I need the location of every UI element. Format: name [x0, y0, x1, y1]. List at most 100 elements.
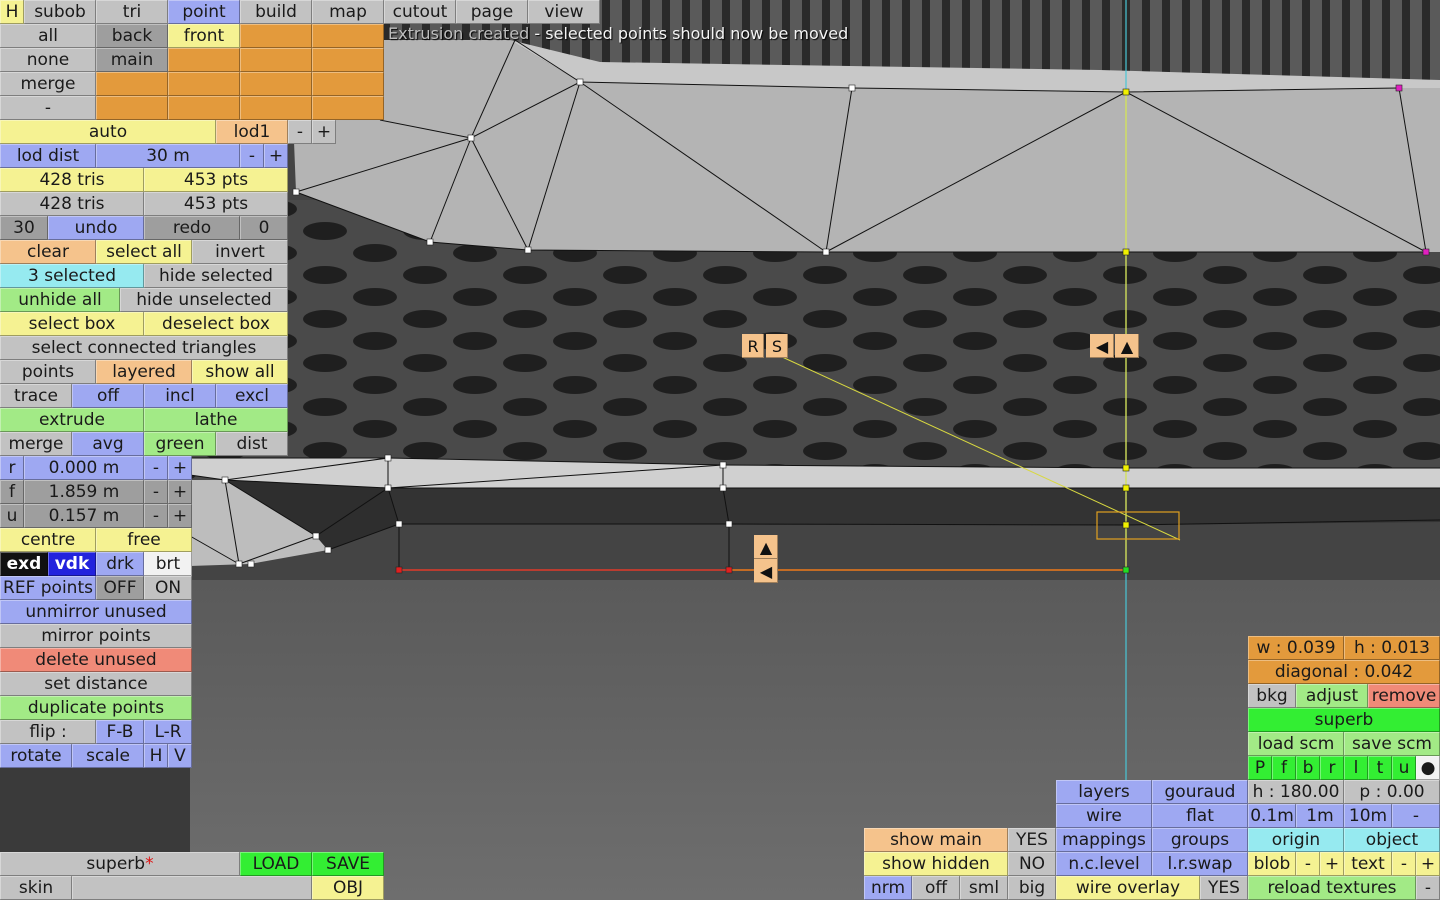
coord-r-plus-button[interactable]: +	[168, 456, 192, 480]
view-slot[interactable]	[240, 24, 312, 48]
gizmo-rotate[interactable]: R	[742, 334, 764, 358]
unmirror-unused-button[interactable]: unmirror unused	[0, 600, 192, 624]
select-connected-button[interactable]: select connected triangles	[0, 336, 288, 360]
view-mode-exd-button[interactable]: exd	[0, 552, 48, 576]
flat-button[interactable]: flat	[1152, 804, 1248, 828]
gizmo-up-arrow-icon[interactable]: ▲	[1115, 334, 1139, 358]
mirror-points-button[interactable]: mirror points	[0, 624, 192, 648]
view-slot[interactable]	[168, 72, 240, 96]
view-slot[interactable]	[312, 24, 384, 48]
view-p-button[interactable]: P	[1248, 756, 1272, 780]
view-dash-button[interactable]: -	[0, 96, 96, 120]
show-main-toggle[interactable]: YES	[1008, 828, 1056, 852]
hide-selected-button[interactable]: hide selected	[144, 264, 288, 288]
lod-dist-plus-button[interactable]: +	[264, 144, 288, 168]
groups-button[interactable]: groups	[1152, 828, 1248, 852]
view-slot[interactable]	[168, 48, 240, 72]
undo-button[interactable]: undo	[48, 216, 144, 240]
view-slot[interactable]	[96, 96, 168, 120]
view-none-button[interactable]: none	[0, 48, 96, 72]
deselect-box-button[interactable]: deselect box	[144, 312, 288, 336]
hide-unselected-button[interactable]: hide unselected	[120, 288, 288, 312]
merge-avg-button[interactable]: avg	[72, 432, 144, 456]
coord-f-minus-button[interactable]: -	[144, 480, 168, 504]
show-hidden-toggle[interactable]: NO	[1008, 852, 1056, 876]
gizmo-scale[interactable]: S	[766, 334, 788, 358]
view-slot[interactable]	[240, 96, 312, 120]
origin-button[interactable]: origin	[1248, 828, 1344, 852]
tab-page[interactable]: page	[456, 0, 528, 24]
view-u-button[interactable]: u	[1392, 756, 1416, 780]
coord-f-plus-button[interactable]: +	[168, 480, 192, 504]
tab-point[interactable]: point	[168, 0, 240, 24]
wire-overlay-toggle[interactable]: YES	[1200, 876, 1248, 900]
trace-off-button[interactable]: off	[72, 384, 144, 408]
scale-button[interactable]: scale	[72, 744, 144, 768]
view-slot[interactable]	[312, 48, 384, 72]
menu-h-button[interactable]: H	[0, 0, 24, 24]
merge-green-button[interactable]: green	[144, 432, 216, 456]
lod-auto-button[interactable]: auto	[0, 120, 216, 144]
dot-icon[interactable]: ●	[1416, 756, 1440, 780]
view-mode-brt-button[interactable]: brt	[144, 552, 192, 576]
normals-big-button[interactable]: big	[1008, 876, 1056, 900]
gizmo-up-arrow-icon-2[interactable]: ▲	[754, 535, 778, 559]
view-r-button[interactable]: r	[1320, 756, 1344, 780]
save-button[interactable]: SAVE	[312, 852, 384, 876]
layers-button[interactable]: layers	[1056, 780, 1152, 804]
heading-value[interactable]: h : 180.00	[1248, 780, 1344, 804]
rotate-button[interactable]: rotate	[0, 744, 72, 768]
view-f-button[interactable]: f	[1272, 756, 1296, 780]
blob-minus-button[interactable]: -	[1296, 852, 1320, 876]
gizmo-left-arrow-icon-2[interactable]: ◀	[754, 559, 778, 583]
pivot-centre-button[interactable]: centre	[0, 528, 96, 552]
scale-v-button[interactable]: V	[168, 744, 192, 768]
object-button[interactable]: object	[1344, 828, 1440, 852]
lod-minus-button[interactable]: -	[288, 120, 312, 144]
pitch-value[interactable]: p : 0.00	[1344, 780, 1440, 804]
layered-button[interactable]: layered	[96, 360, 192, 384]
load-button[interactable]: LOAD	[240, 852, 312, 876]
clear-button[interactable]: clear	[0, 240, 96, 264]
unhide-all-button[interactable]: unhide all	[0, 288, 120, 312]
points-button[interactable]: points	[0, 360, 96, 384]
obj-button[interactable]: OBJ	[312, 876, 384, 900]
select-box-button[interactable]: select box	[0, 312, 144, 336]
step-1m-button[interactable]: 1m	[1296, 804, 1344, 828]
step-10m-button[interactable]: 10m	[1344, 804, 1392, 828]
coord-r-minus-button[interactable]: -	[144, 456, 168, 480]
ref-on-button[interactable]: ON	[144, 576, 192, 600]
tab-subob[interactable]: subob	[24, 0, 96, 24]
view-slot[interactable]	[312, 72, 384, 96]
coord-u-minus-button[interactable]: -	[144, 504, 168, 528]
tab-tri[interactable]: tri	[96, 0, 168, 24]
pivot-free-button[interactable]: free	[96, 528, 192, 552]
file-name[interactable]: superb *	[0, 852, 240, 876]
nc-level-button[interactable]: n.c.level	[1056, 852, 1152, 876]
step-01m-button[interactable]: 0.1m	[1248, 804, 1296, 828]
tab-build[interactable]: build	[240, 0, 312, 24]
lod-level-button[interactable]: lod1	[216, 120, 288, 144]
view-b-button[interactable]: b	[1296, 756, 1320, 780]
trace-incl-button[interactable]: incl	[144, 384, 216, 408]
text-plus-button[interactable]: +	[1416, 852, 1440, 876]
blob-plus-button[interactable]: +	[1320, 852, 1344, 876]
gizmo-left-arrow-icon[interactable]: ◀	[1090, 334, 1114, 358]
extrude-button[interactable]: extrude	[0, 408, 144, 432]
lod-dist-value[interactable]: 30 m	[96, 144, 240, 168]
lathe-button[interactable]: lathe	[144, 408, 288, 432]
view-front-button[interactable]: front	[168, 24, 240, 48]
step-minus-button[interactable]: -	[1392, 804, 1440, 828]
save-scm-button[interactable]: save scm	[1344, 732, 1440, 756]
coord-f-value[interactable]: 1.859 m	[24, 480, 144, 504]
view-mode-vdk-button[interactable]: vdk	[48, 552, 96, 576]
show-all-button[interactable]: show all	[192, 360, 288, 384]
trace-excl-button[interactable]: excl	[216, 384, 288, 408]
lod-dist-minus-button[interactable]: -	[240, 144, 264, 168]
view-main-button[interactable]: main	[96, 48, 168, 72]
duplicate-points-button[interactable]: duplicate points	[0, 696, 192, 720]
wire-button[interactable]: wire	[1056, 804, 1152, 828]
view-merge-button[interactable]: merge	[0, 72, 96, 96]
view-slot[interactable]	[96, 72, 168, 96]
flip-fb-button[interactable]: F-B	[96, 720, 144, 744]
